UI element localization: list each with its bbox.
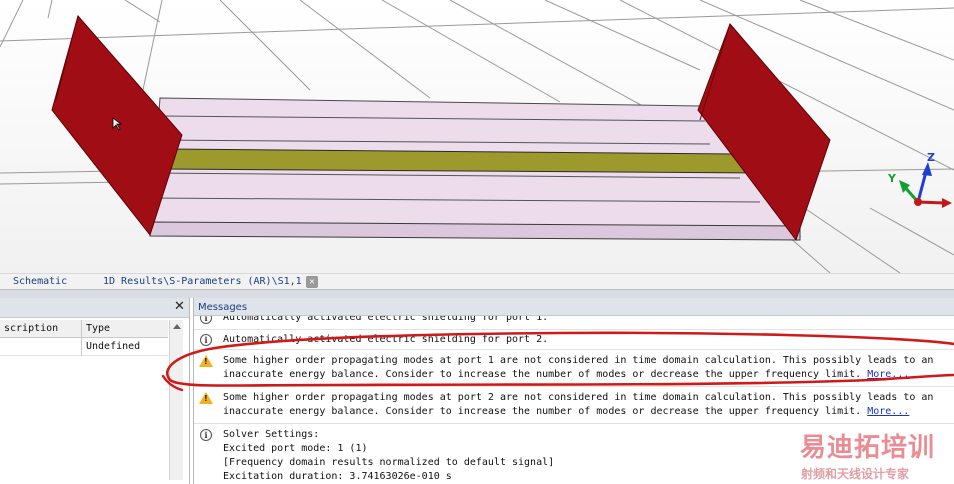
message-text-part: inaccurate energy balance. Consider to i… [223, 369, 862, 380]
message-text: Some higher order propagating modes at p… [223, 355, 934, 366]
panel-splitter[interactable] [0, 290, 954, 298]
watermark-subtitle: 射频和天线设计专家 [801, 467, 910, 481]
document-tab-bar: Schematic 1D Results\S-Parameters (AR)\S… [0, 273, 954, 290]
table-row[interactable]: Undefined [0, 338, 168, 356]
message-text-part: inaccurate energy balance. Consider to i… [223, 406, 862, 417]
more-link[interactable]: More... [867, 369, 909, 380]
message-item[interactable]: i Automatically activated electric shiel… [194, 316, 954, 330]
vertical-scrollbar[interactable] [169, 320, 183, 480]
panel-close-icon[interactable]: ✕ [174, 299, 185, 314]
info-icon: i [200, 334, 212, 346]
info-icon: i [200, 316, 212, 324]
model-view: Z Y [0, 0, 954, 273]
warning-icon: ! [199, 392, 213, 404]
properties-table: scription Type Undefined [0, 320, 168, 356]
message-item[interactable]: ! Some higher order propagating modes at… [194, 388, 954, 424]
info-icon: i [200, 429, 212, 441]
warning-icon: ! [199, 355, 213, 367]
message-text: Some higher order propagating modes at p… [223, 392, 934, 403]
message-text: Solver Settings: [223, 429, 320, 440]
table-cell-description [0, 338, 82, 356]
tab-s-parameters[interactable]: 1D Results\S-Parameters (AR)\S1,1 [103, 276, 302, 287]
message-text: Excitation duration: 3.74163026e-010 s [223, 471, 452, 482]
table-header-row: scription Type [0, 320, 168, 338]
axis-y-label: Y [887, 172, 897, 185]
message-text: Excited port mode: 1 (1) [223, 443, 368, 454]
table-cell-type: Undefined [86, 341, 141, 352]
tab-close-icon[interactable]: ✕ [306, 276, 318, 288]
more-link[interactable]: More... [867, 406, 909, 417]
message-text-continued: inaccurate energy balance. Consider to i… [223, 405, 909, 419]
message-text: Automatically activated electric shieldi… [223, 334, 549, 345]
message-item[interactable]: ! Some higher order propagating modes at… [194, 351, 954, 387]
properties-panel-header: ✕ [0, 298, 189, 318]
message-text: [Frequency domain results normalized to … [223, 457, 555, 468]
column-header-description[interactable]: scription [0, 320, 82, 338]
scroll-up-arrow-icon[interactable] [173, 324, 181, 329]
message-item[interactable]: i Automatically activated electric shiel… [194, 330, 954, 350]
message-text-continued: inaccurate energy balance. Consider to i… [223, 368, 909, 382]
messages-panel-title: Messages [194, 298, 954, 316]
tab-schematic[interactable]: Schematic [13, 276, 67, 287]
column-header-type[interactable]: Type [82, 320, 168, 338]
properties-panel: ✕ scription Type Undefined [0, 298, 190, 484]
message-text: Automatically activated electric shieldi… [223, 316, 549, 323]
watermark-title: 易迪拓培训 [800, 433, 936, 463]
3d-viewport[interactable]: Z Y [0, 0, 954, 273]
axis-z-label: Z [927, 151, 935, 164]
